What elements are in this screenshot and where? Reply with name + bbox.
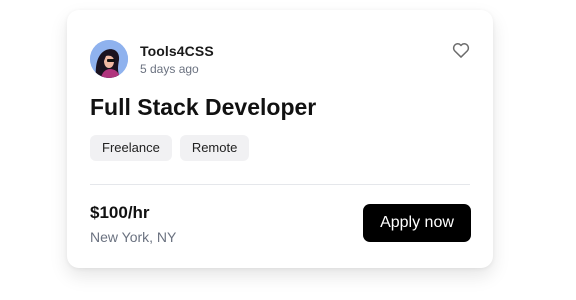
job-tags: Freelance Remote (90, 135, 250, 161)
avatar-illustration (90, 40, 128, 78)
tag-remote: Remote (179, 135, 250, 161)
tag-freelance: Freelance (90, 135, 172, 161)
page: Tools4CSS 5 days ago Full Stack Develope… (0, 0, 576, 300)
job-card: Tools4CSS 5 days ago Full Stack Develope… (67, 10, 493, 268)
company-name: Tools4CSS (140, 43, 214, 59)
posted-time: 5 days ago (140, 62, 199, 76)
favorite-button[interactable] (451, 40, 471, 60)
hourly-rate: $100/hr (90, 203, 150, 222)
job-location: New York, NY (90, 229, 177, 245)
apply-now-button[interactable]: Apply now (363, 204, 471, 242)
divider (90, 184, 470, 185)
heart-icon (452, 43, 470, 58)
avatar (90, 40, 128, 78)
job-title: Full Stack Developer (90, 94, 317, 120)
